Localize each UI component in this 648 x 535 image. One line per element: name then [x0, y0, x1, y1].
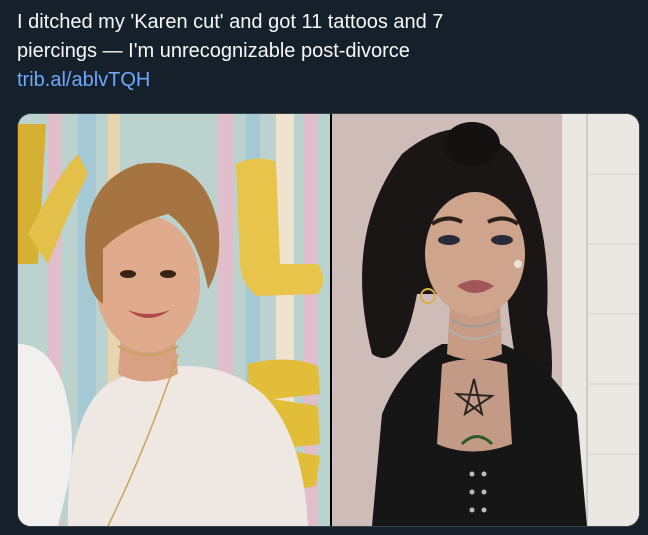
photo-before[interactable] [18, 114, 330, 526]
photo-before-image [18, 114, 330, 526]
photo-after-image [332, 114, 639, 526]
tweet-media[interactable] [17, 113, 640, 527]
tweet-text-line-2: piercings — I'm unrecognizable post-divo… [17, 40, 410, 62]
tweet-text-line-1: I ditched my 'Karen cut' and got 11 tatt… [17, 11, 444, 33]
tweet-text: I ditched my 'Karen cut' and got 11 tatt… [17, 8, 637, 95]
photo-after[interactable] [332, 114, 639, 526]
tweet-link[interactable]: trib.al/ablvTQH [17, 66, 637, 95]
